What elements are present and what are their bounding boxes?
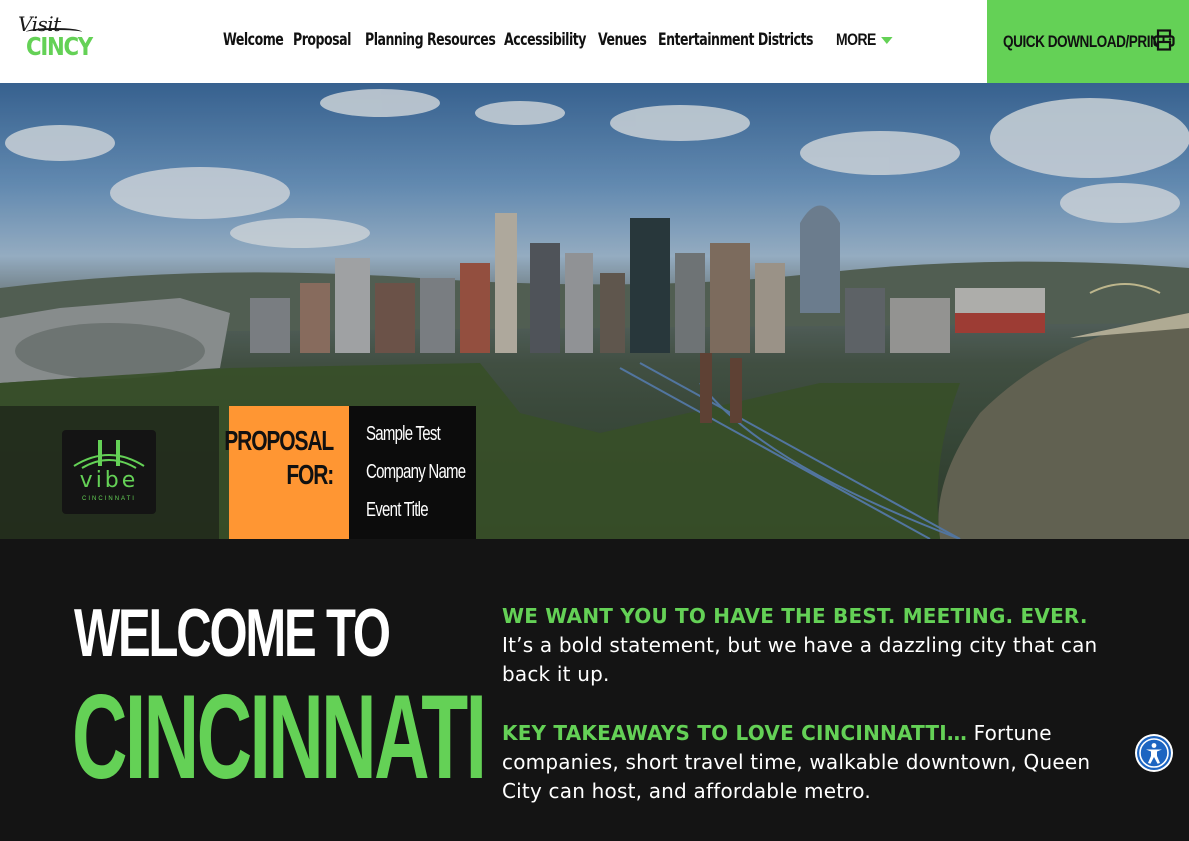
vibe-subtitle: CINCINNATI [82, 496, 136, 502]
welcome-heading: WELCOME TO [74, 595, 391, 671]
welcome-paragraph-1: WE WANT YOU TO HAVE THE BEST. MEETING. E… [502, 602, 1122, 689]
site-header: Visit CINCY Welcome Proposal Planning Re… [0, 0, 1189, 83]
proposal-detail-sample: Sample Test [366, 423, 441, 445]
nav-welcome[interactable]: Welcome [223, 26, 284, 54]
nav-accessibility[interactable]: Accessibility [504, 26, 586, 54]
quick-download-label: QUICK DOWNLOAD/PRINT [1003, 31, 1168, 51]
chevron-down-icon [880, 36, 893, 44]
nav-more-dropdown[interactable]: MORE [836, 26, 893, 54]
proposal-label-line-1: PROPOSAL [224, 425, 334, 456]
printer-icon [1153, 29, 1175, 51]
nav-venues[interactable]: Venues [598, 26, 647, 54]
proposal-detail-event: Event Title [366, 499, 429, 521]
nav-entertainment-districts[interactable]: Entertainment Districts [658, 26, 813, 54]
proposal-label-line-2: FOR: [286, 459, 334, 490]
proposal-details-box: Sample Test Company Name Event Title [349, 406, 476, 539]
nav-planning-resources[interactable]: Planning Resources [365, 26, 496, 54]
logo-cincy-text: CINCY [26, 32, 93, 61]
accessibility-icon [1137, 736, 1171, 770]
nav-more-label: MORE [836, 30, 876, 49]
cincinnati-heading: CINCINNATI [72, 670, 487, 804]
vibe-word: vibe [79, 468, 139, 493]
vibe-cincinnati-logo: vibe CINCINNATI [62, 430, 156, 514]
welcome-paragraph-1-highlight: WE WANT YOU TO HAVE THE BEST. MEETING. E… [502, 604, 1088, 628]
welcome-paragraph-2-highlight: KEY TAKEAWAYS TO LOVE CINCINNATTI… [502, 721, 968, 745]
proposal-detail-company: Company Name [366, 461, 466, 483]
accessibility-button[interactable] [1135, 734, 1173, 772]
quick-download-print-button[interactable]: QUICK DOWNLOAD/PRINT [987, 0, 1189, 83]
welcome-paragraph-2: KEY TAKEAWAYS TO LOVE CINCINNATTI… Fortu… [502, 719, 1122, 806]
proposal-for-label: PROPOSAL FOR: [224, 424, 334, 492]
visit-cincy-logo[interactable]: Visit CINCY [16, 12, 106, 62]
proposal-for-label-box: PROPOSAL FOR: [224, 406, 349, 539]
nav-proposal[interactable]: Proposal [293, 26, 351, 54]
welcome-paragraph-1-text: It’s a bold statement, but we have a daz… [502, 633, 1098, 686]
